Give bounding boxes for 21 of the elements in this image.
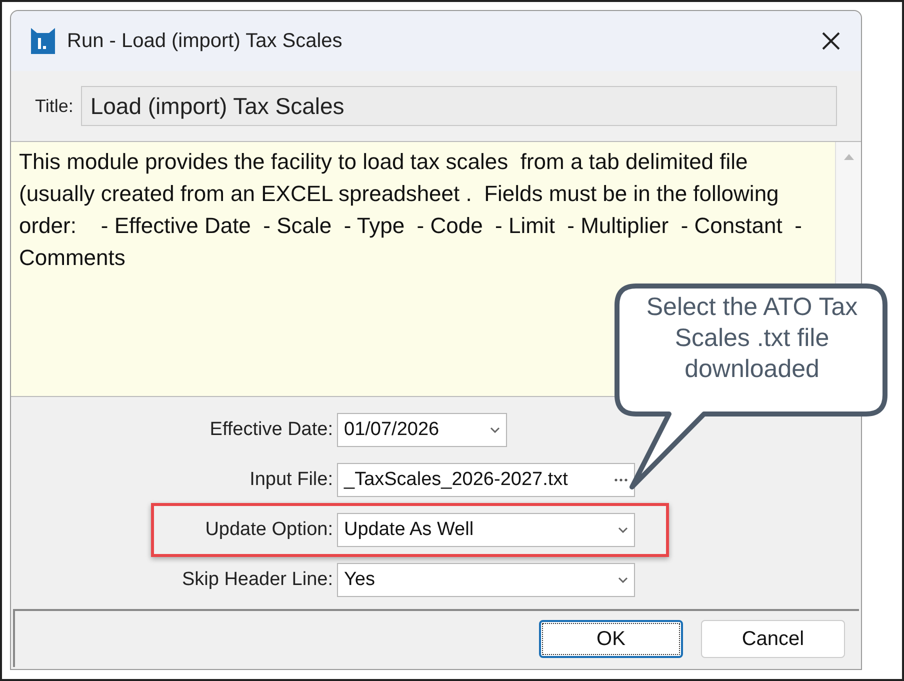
ellipsis-icon[interactable] — [614, 478, 628, 482]
ok-button[interactable]: OK — [539, 620, 683, 658]
dropdown-caret-icon[interactable] — [618, 527, 628, 533]
description-text: This module provides the facility to load tax scales from a tab delimited file (usually created from an EXCEL spreadsheet . Fields must be in the following order: - Effective Date - Scale - Type - Code - Limit - Multiplier - Constant - Comments — [18, 148, 803, 272]
dropdown-caret-icon[interactable] — [618, 577, 628, 583]
field-label: Effective Date: — [208, 418, 334, 442]
field-label: Input File: — [248, 468, 334, 492]
dropdown-field[interactable]: Yes — [337, 563, 635, 597]
file-field[interactable]: _TaxScales_2026-2027.txt — [337, 463, 635, 497]
field-label: Skip Header Line: — [180, 568, 334, 592]
title-label: Title: — [35, 94, 74, 118]
title-field: Load (import) Tax Scales — [81, 86, 837, 126]
close-icon[interactable] — [821, 31, 841, 51]
dropdown-caret-icon[interactable] — [490, 427, 500, 433]
cancel-button[interactable]: Cancel — [701, 620, 845, 658]
field-label: Update Option: — [204, 518, 334, 542]
app-logo-icon — [31, 28, 55, 54]
dropdown-field[interactable]: 01/07/2026 — [337, 413, 507, 447]
window-title: Run - Load (import) Tax Scales — [67, 29, 344, 54]
callout-text: Select the ATO Tax Scales .txt file downloaded — [645, 292, 859, 385]
dropdown-field[interactable]: Update As Well — [337, 513, 635, 547]
